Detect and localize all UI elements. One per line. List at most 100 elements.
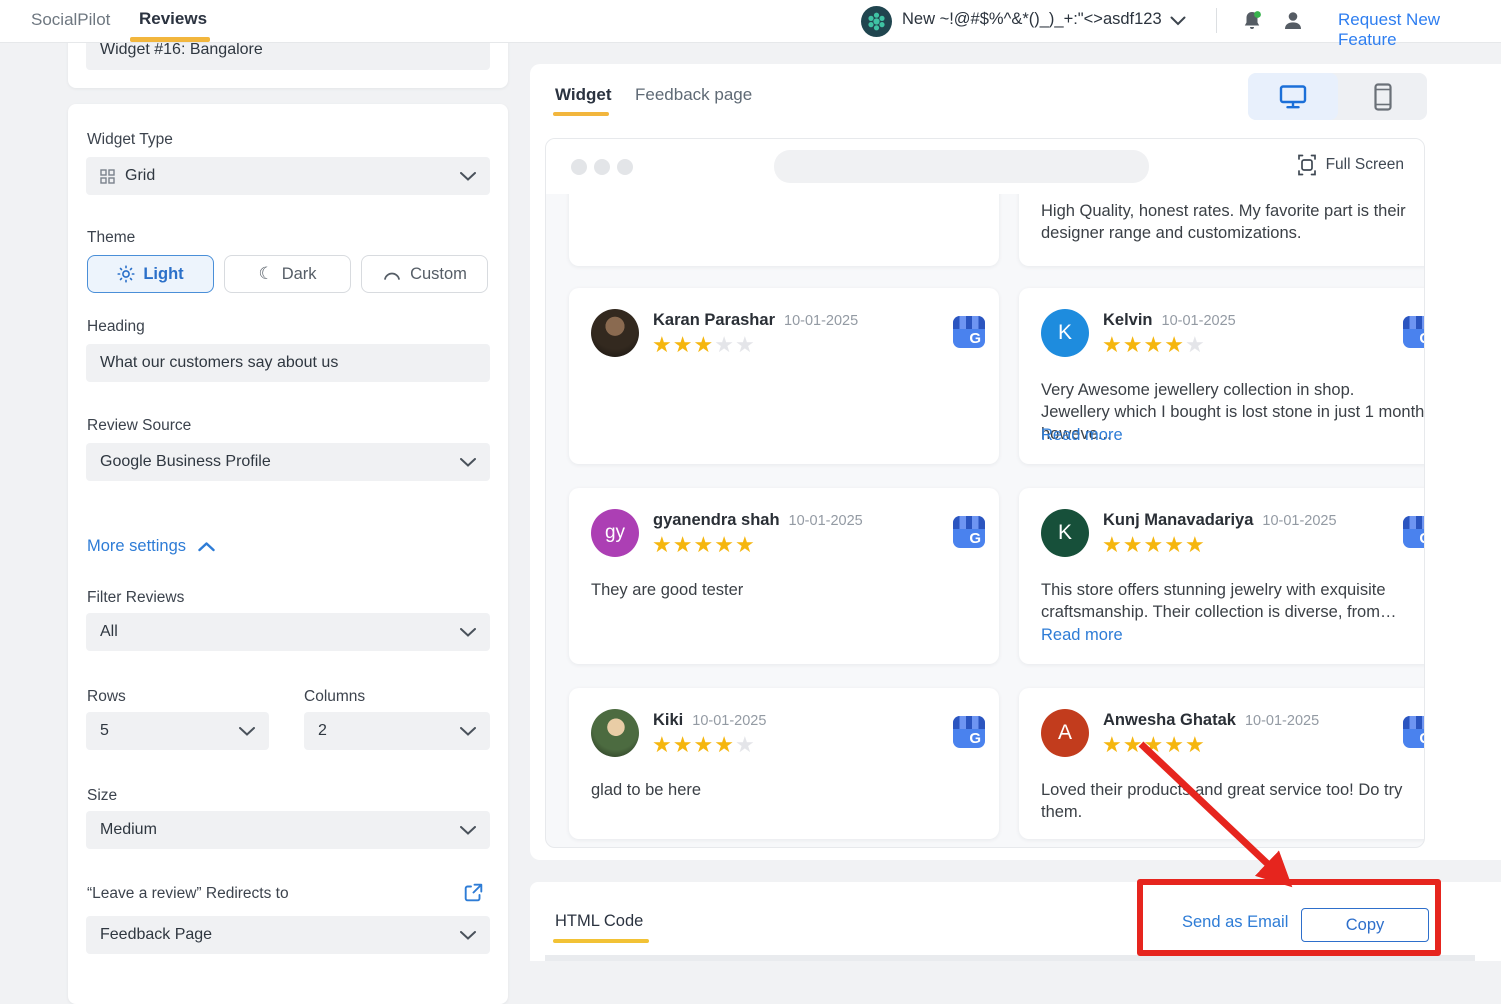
chevron-down-icon: [239, 727, 255, 736]
external-link-icon[interactable]: [463, 882, 484, 903]
theme-light-button[interactable]: Light: [87, 255, 214, 293]
request-new-feature-link[interactable]: Request New Feature: [1338, 10, 1501, 50]
fullscreen-icon: [1296, 154, 1318, 176]
heading-label: Heading: [87, 318, 145, 336]
review-text: They are good tester: [591, 580, 977, 602]
full-screen-label: Full Screen: [1326, 156, 1404, 174]
widget-type-label: Widget Type: [87, 131, 173, 149]
tab-feedback-page[interactable]: Feedback page: [635, 85, 752, 105]
review-source-select[interactable]: Google Business Profile: [86, 443, 490, 481]
browser-preview-frame: Full Screen High Quality, honest rates. …: [545, 138, 1425, 848]
reviewer-name: Anwesha Ghatak10-01-2025: [1103, 711, 1319, 730]
review-source-label: Review Source: [87, 417, 191, 435]
google-business-icon: G: [1403, 516, 1424, 548]
account-name[interactable]: New ~!@#$%^&*()_)_+:"<>asdf123: [902, 10, 1162, 29]
rows-select[interactable]: 5: [86, 712, 269, 750]
full-screen-button[interactable]: Full Screen: [1296, 154, 1404, 176]
chevron-down-icon: [460, 172, 476, 181]
columns-label: Columns: [304, 688, 365, 706]
socialpilot-logo[interactable]: SocialPilot: [31, 10, 110, 30]
grid-icon: [100, 169, 115, 184]
read-more-link[interactable]: Read more: [1041, 426, 1123, 445]
size-select[interactable]: Medium: [86, 811, 490, 849]
desktop-view-button[interactable]: [1248, 73, 1338, 120]
star-rating: ★★★★★: [1102, 732, 1206, 758]
size-label: Size: [87, 787, 117, 805]
review-card: K Kunj Manavadariya10-01-2025 ★★★★★ G Th…: [1019, 488, 1424, 664]
tab-widget[interactable]: Widget: [555, 85, 612, 105]
review-card: gy gyanendra shah10-01-2025 ★★★★★ G They…: [569, 488, 999, 664]
avatar: K: [1041, 309, 1089, 357]
more-settings-label: More settings: [87, 537, 186, 556]
rows-label: Rows: [87, 688, 126, 706]
google-business-icon: G: [953, 516, 985, 548]
mobile-view-button[interactable]: [1338, 73, 1427, 120]
html-code-card: HTML Code Send as Email Copy: [530, 882, 1501, 961]
html-code-underline: [553, 939, 649, 943]
review-date: 10-01-2025: [1245, 713, 1319, 729]
columns-select[interactable]: 2: [304, 712, 490, 750]
chevron-up-icon: [198, 542, 215, 552]
browser-dot-icon: [594, 159, 610, 175]
widget-preview-card: Widget Feedback page: [530, 64, 1501, 860]
reviewer-name: Kiki10-01-2025: [653, 711, 766, 730]
reviews-grid: High Quality, honest rates. My favorite …: [546, 194, 1424, 847]
theme-custom-button[interactable]: Custom: [361, 255, 488, 293]
google-business-icon: G: [1403, 716, 1424, 748]
review-card: K Kelvin10-01-2025 ★★★★★ G Very Awesome …: [1019, 288, 1424, 464]
theme-custom-label: Custom: [410, 265, 467, 284]
send-as-email-link[interactable]: Send as Email: [1182, 913, 1288, 932]
tab-widget-underline: [553, 112, 609, 116]
theme-dark-button[interactable]: ☾ Dark: [224, 255, 351, 293]
review-date: 10-01-2025: [1262, 513, 1336, 529]
more-settings-toggle[interactable]: More settings: [87, 537, 215, 556]
chevron-down-icon: [460, 458, 476, 467]
nav-tab-active-underline: [130, 37, 210, 42]
avatar: gy: [591, 509, 639, 557]
review-card: [569, 194, 999, 266]
chevron-down-icon: [460, 727, 476, 736]
account-chevron-down-icon[interactable]: [1170, 16, 1186, 26]
google-business-icon: G: [953, 716, 985, 748]
avatar: A: [1041, 709, 1089, 757]
avatar: [591, 709, 639, 757]
browser-dot-icon: [571, 159, 587, 175]
redirect-select[interactable]: Feedback Page: [86, 916, 490, 954]
google-business-icon: G: [1403, 316, 1424, 348]
reviewer-name: Karan Parashar10-01-2025: [653, 311, 858, 330]
widget-type-select[interactable]: Grid: [86, 157, 490, 195]
filter-reviews-label: Filter Reviews: [87, 589, 184, 607]
browser-dot-icon: [617, 159, 633, 175]
filter-reviews-value: All: [100, 623, 118, 641]
chevron-down-icon: [460, 826, 476, 835]
review-card: High Quality, honest rates. My favorite …: [1019, 194, 1424, 266]
account-avatar-icon[interactable]: [861, 6, 892, 37]
copy-button[interactable]: Copy: [1301, 908, 1429, 942]
notifications-bell-icon[interactable]: [1240, 9, 1264, 33]
nav-tab-reviews[interactable]: Reviews: [139, 9, 207, 29]
heading-input[interactable]: What our customers say about us: [86, 344, 490, 382]
star-rating: ★★★★★: [1102, 532, 1206, 558]
filter-reviews-select[interactable]: All: [86, 613, 490, 651]
google-business-icon: G: [953, 316, 985, 348]
desktop-monitor-icon: [1279, 84, 1307, 110]
browser-address-bar: [774, 150, 1149, 183]
profile-person-icon[interactable]: [1281, 9, 1305, 33]
reviewer-name: Kelvin10-01-2025: [1103, 311, 1236, 330]
size-value: Medium: [100, 821, 157, 839]
navbar-divider: [1216, 8, 1217, 33]
reviewer-name: gyanendra shah10-01-2025: [653, 511, 863, 530]
review-date: 10-01-2025: [789, 513, 863, 529]
star-rating: ★★★★★: [652, 732, 756, 758]
read-more-link[interactable]: Read more: [1041, 626, 1123, 645]
theme-light-label: Light: [143, 265, 183, 284]
star-rating: ★★★★★: [1102, 332, 1206, 358]
html-code-label: HTML Code: [555, 912, 643, 931]
redirect-label: “Leave a review” Redirects to: [87, 885, 289, 903]
review-card: Kiki10-01-2025 ★★★★★ G glad to be here: [569, 688, 999, 839]
browser-chrome-bar: Full Screen: [546, 139, 1424, 194]
reviewer-name: Kunj Manavadariya10-01-2025: [1103, 511, 1337, 530]
review-text: This store offers stunning jewelry with …: [1041, 580, 1424, 624]
columns-value: 2: [318, 722, 327, 740]
review-text: Loved their products and great service t…: [1041, 780, 1424, 824]
